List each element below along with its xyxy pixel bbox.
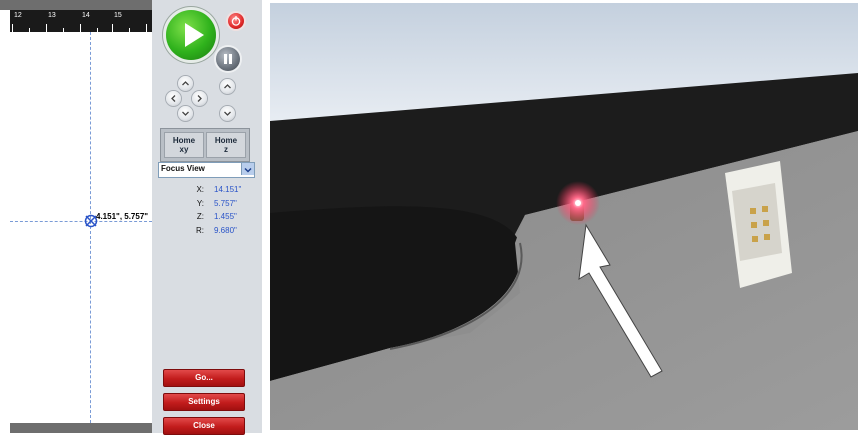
close-button[interactable]: Close [163,417,245,435]
home-button-group: Home xy Home z [160,128,250,162]
readout-value: 1.455" [214,212,237,221]
ruler-tick [80,24,81,32]
camera-view-image [270,3,858,430]
readout-axis-label: X: [196,185,204,194]
arrow-left-icon [171,95,176,102]
home-xy-label-line2: xy [179,145,189,154]
pause-button[interactable] [216,47,240,71]
ruler-label-14: 14 [82,12,90,19]
jog-left-button[interactable] [166,91,181,106]
horizontal-guide-line [10,221,152,222]
ruler-tick [46,24,47,32]
stop-icon [231,16,241,26]
jog-z-up-button[interactable] [220,79,235,94]
readout-axis-label: R: [196,226,204,235]
play-icon [185,23,204,47]
readout-value: 9.680" [214,226,237,235]
readout-axis-label: Y: [196,199,204,208]
play-button[interactable] [166,10,216,60]
jog-up-button[interactable] [178,76,193,91]
pause-icon [224,54,232,64]
go-button[interactable]: Go... [163,369,245,387]
ruler-tick [97,28,98,32]
panel-divider [262,0,270,433]
home-z-button[interactable]: Home z [206,132,246,158]
home-xy-label-line1: Home [172,136,196,145]
jog-z-down-button[interactable] [220,106,235,121]
ruler-tick [63,28,64,32]
ruler-tick [112,24,113,32]
home-xy-button[interactable]: Home xy [164,132,204,158]
arrow-up-icon [182,81,189,86]
settings-button[interactable]: Settings [163,393,245,411]
readout-axis-label: Z: [196,212,204,221]
chevron-down-icon[interactable] [241,163,254,175]
control-panel: Home xy Home z Focus View X: 14.151" Y: … [152,0,262,435]
ruler-label-12: 12 [14,12,22,19]
ruler-label-13: 13 [48,12,56,19]
view-mode-selected: Focus View [161,164,205,173]
readout-value: 14.151" [214,185,242,194]
readout-value: 5.757" [214,199,237,208]
ruler-tick [29,28,30,32]
ruler-tick [146,24,147,32]
jog-right-button[interactable] [192,91,207,106]
design-canvas[interactable]: 12 13 14 15 4.151", 5.757" [0,0,152,433]
ruler-label-15: 15 [114,12,122,19]
cursor-coordinate-label: 4.151", 5.757" [96,212,149,221]
stop-button[interactable] [228,13,244,29]
arrow-right-icon [197,95,202,102]
arrow-up-icon [224,84,231,89]
view-mode-select[interactable]: Focus View [158,162,255,178]
horizontal-ruler: 12 13 14 15 [10,10,152,32]
canvas-bottom-border [10,423,152,433]
ruler-tick [12,24,13,32]
arrow-down-icon [224,111,231,116]
home-z-label-line2: z [224,145,228,154]
arrow-down-icon [182,111,189,116]
jog-down-button[interactable] [178,106,193,121]
canvas-top-border [0,0,152,10]
ruler-tick [129,28,130,32]
home-z-label-line1: Home [214,136,238,145]
